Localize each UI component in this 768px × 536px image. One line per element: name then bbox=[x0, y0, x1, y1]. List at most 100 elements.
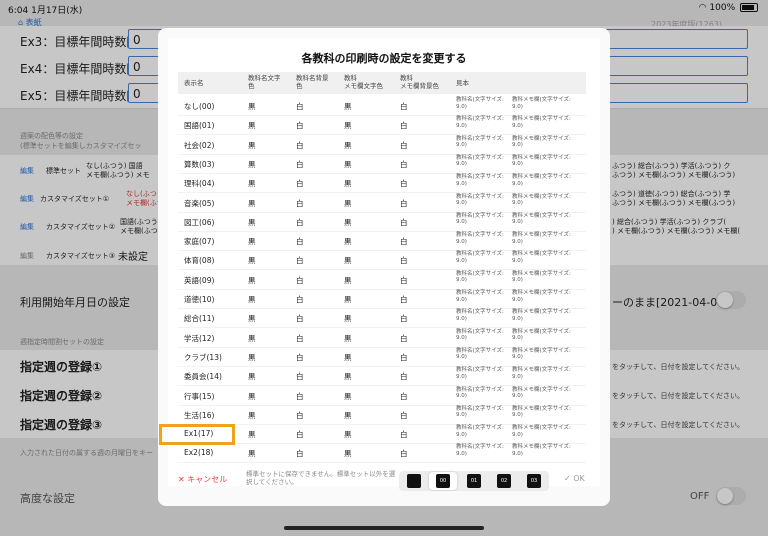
fg-color[interactable]: 黒 bbox=[248, 198, 256, 209]
fg-color[interactable]: 黒 bbox=[248, 410, 256, 421]
cancel-button[interactable]: ✕ キャンセル bbox=[178, 474, 227, 485]
memo-bg-color[interactable]: 白 bbox=[400, 120, 408, 131]
bg-color[interactable]: 白 bbox=[296, 294, 304, 305]
memo-fg-color[interactable]: 黒 bbox=[344, 255, 352, 266]
set-selector-03[interactable]: 03 bbox=[527, 474, 541, 488]
subject-row[interactable]: 学活(12) 黒 白 黒 白 教科名(文字サイズ: 9.0) 教科メモ欄(文字サイズ: 9.… bbox=[178, 328, 586, 348]
fg-color[interactable]: 黒 bbox=[248, 217, 256, 228]
set-selector-00[interactable]: 00 bbox=[436, 474, 450, 488]
bg-color[interactable]: 白 bbox=[296, 140, 304, 151]
memo-bg-color[interactable]: 白 bbox=[400, 140, 408, 151]
memo-fg-color[interactable]: 黒 bbox=[344, 275, 352, 286]
bg-color[interactable]: 白 bbox=[296, 352, 304, 363]
memo-bg-color[interactable]: 白 bbox=[400, 333, 408, 344]
memo-bg-color[interactable]: 白 bbox=[400, 429, 408, 440]
ok-button[interactable]: ✓ OK bbox=[564, 474, 585, 483]
bg-color[interactable]: 白 bbox=[296, 198, 304, 209]
fg-color[interactable]: 黒 bbox=[248, 429, 256, 440]
memo-bg-color[interactable]: 白 bbox=[400, 217, 408, 228]
memo-bg-color[interactable]: 白 bbox=[400, 159, 408, 170]
memo-bg-color[interactable]: 白 bbox=[400, 352, 408, 363]
memo-fg-color[interactable]: 黒 bbox=[344, 371, 352, 382]
fg-color[interactable]: 黒 bbox=[248, 333, 256, 344]
memo-bg-color[interactable]: 白 bbox=[400, 275, 408, 286]
memo-fg-color[interactable]: 黒 bbox=[344, 140, 352, 151]
memo-fg-color[interactable]: 黒 bbox=[344, 198, 352, 209]
memo-bg-color[interactable]: 白 bbox=[400, 448, 408, 459]
bg-color[interactable]: 白 bbox=[296, 448, 304, 459]
memo-fg-color[interactable]: 黒 bbox=[344, 448, 352, 459]
set-selector-02[interactable]: 02 bbox=[497, 474, 511, 488]
fg-color[interactable]: 黒 bbox=[248, 140, 256, 151]
bg-color[interactable]: 白 bbox=[296, 391, 304, 402]
memo-bg-color[interactable]: 白 bbox=[400, 178, 408, 189]
fg-color[interactable]: 黒 bbox=[248, 178, 256, 189]
memo-fg-color[interactable]: 黒 bbox=[344, 236, 352, 247]
bg-color[interactable]: 白 bbox=[296, 255, 304, 266]
memo-fg-color[interactable]: 黒 bbox=[344, 178, 352, 189]
subject-row[interactable]: 家庭(07) 黒 白 黒 白 教科名(文字サイズ: 9.0) 教科メモ欄(文字サイズ: 9.… bbox=[178, 231, 586, 252]
fg-color[interactable]: 黒 bbox=[248, 352, 256, 363]
bg-color[interactable]: 白 bbox=[296, 275, 304, 286]
bg-color[interactable]: 白 bbox=[296, 410, 304, 421]
fg-color[interactable]: 黒 bbox=[248, 294, 256, 305]
subject-row[interactable]: 行事(15) 黒 白 黒 白 教科名(文字サイズ: 9.0) 教科メモ欄(文字サイズ: 9.… bbox=[178, 386, 586, 406]
memo-bg-color[interactable]: 白 bbox=[400, 101, 408, 112]
bg-color[interactable]: 白 bbox=[296, 217, 304, 228]
fg-color[interactable]: 黒 bbox=[248, 255, 256, 266]
fg-color[interactable]: 黒 bbox=[248, 236, 256, 247]
memo-fg-color[interactable]: 黒 bbox=[344, 101, 352, 112]
memo-fg-color[interactable]: 黒 bbox=[344, 159, 352, 170]
subject-row[interactable]: 道徳(10) 黒 白 黒 白 教科名(文字サイズ: 9.0) 教科メモ欄(文字サイズ: 9.… bbox=[178, 289, 586, 309]
memo-fg-color[interactable]: 黒 bbox=[344, 120, 352, 131]
bg-color[interactable]: 白 bbox=[296, 178, 304, 189]
subject-row[interactable]: 音楽(05) 黒 白 黒 白 教科名(文字サイズ: 9.0) 教科メモ欄(文字サイズ: 9.… bbox=[178, 193, 586, 213]
fg-color[interactable]: 黒 bbox=[248, 159, 256, 170]
subject-row[interactable]: 委員会(14) 黒 白 黒 白 教科名(文字サイズ: 9.0) 教科メモ欄(文字サイズ: 9… bbox=[178, 366, 586, 387]
set-selector-01[interactable]: 01 bbox=[467, 474, 481, 488]
memo-bg-color[interactable]: 白 bbox=[400, 410, 408, 421]
subject-row[interactable]: 国語(01) 黒 白 黒 白 教科名(文字サイズ: 9.0) 教科メモ欄(文字サイズ: 9.… bbox=[178, 115, 586, 136]
subject-row[interactable]: 体育(08) 黒 白 黒 白 教科名(文字サイズ: 9.0) 教科メモ欄(文字サイズ: 9.… bbox=[178, 250, 586, 271]
subject-row[interactable]: 総合(11) 黒 白 黒 白 教科名(文字サイズ: 9.0) 教科メモ欄(文字サイズ: 9.… bbox=[178, 308, 586, 329]
memo-fg-color[interactable]: 黒 bbox=[344, 333, 352, 344]
fg-color[interactable]: 黒 bbox=[248, 313, 256, 324]
bg-color[interactable]: 白 bbox=[296, 333, 304, 344]
memo-bg-color[interactable]: 白 bbox=[400, 313, 408, 324]
subject-row[interactable]: 社会(02) 黒 白 黒 白 教科名(文字サイズ: 9.0) 教科メモ欄(文字サイズ: 9.… bbox=[178, 135, 586, 155]
memo-fg-color[interactable]: 黒 bbox=[344, 352, 352, 363]
fg-color[interactable]: 黒 bbox=[248, 101, 256, 112]
subject-row[interactable]: Ex2(18) 黒 白 黒 白 教科名(文字サイズ: 9.0) 教科メモ欄(文字サイズ: 9… bbox=[178, 443, 586, 464]
subject-row[interactable]: クラブ(13) 黒 白 黒 白 教科名(文字サイズ: 9.0) 教科メモ欄(文字サイズ: 9… bbox=[178, 347, 586, 367]
subject-row[interactable]: 理科(04) 黒 白 黒 白 教科名(文字サイズ: 9.0) 教科メモ欄(文字サイズ: 9.… bbox=[178, 173, 586, 194]
subject-row[interactable]: なし(00) 黒 白 黒 白 教科名(文字サイズ: 9.0) 教科メモ欄(文字サイズ: 9.… bbox=[178, 96, 586, 116]
subject-row[interactable]: 英語(09) 黒 白 黒 白 教科名(文字サイズ: 9.0) 教科メモ欄(文字サイズ: 9.… bbox=[178, 270, 586, 290]
memo-bg-color[interactable]: 白 bbox=[400, 198, 408, 209]
bg-color[interactable]: 白 bbox=[296, 120, 304, 131]
set-selector-none[interactable] bbox=[407, 474, 421, 488]
bg-color[interactable]: 白 bbox=[296, 371, 304, 382]
memo-fg-color[interactable]: 黒 bbox=[344, 429, 352, 440]
subject-row[interactable]: 算数(03) 黒 白 黒 白 教科名(文字サイズ: 9.0) 教科メモ欄(文字サイズ: 9.… bbox=[178, 154, 586, 174]
bg-color[interactable]: 白 bbox=[296, 159, 304, 170]
subject-row[interactable]: Ex1(17) 黒白黒白教科名(文字サイズ: 9.0) 教科メモ欄(文字サイズ: 9… bbox=[178, 424, 586, 445]
fg-color[interactable]: 黒 bbox=[248, 448, 256, 459]
memo-bg-color[interactable]: 白 bbox=[400, 294, 408, 305]
bg-color[interactable]: 白 bbox=[296, 236, 304, 247]
memo-fg-color[interactable]: 黒 bbox=[344, 217, 352, 228]
bg-color[interactable]: 白 bbox=[296, 101, 304, 112]
memo-fg-color[interactable]: 黒 bbox=[344, 294, 352, 305]
memo-bg-color[interactable]: 白 bbox=[400, 236, 408, 247]
fg-color[interactable]: 黒 bbox=[248, 275, 256, 286]
bg-color[interactable]: 白 bbox=[296, 313, 304, 324]
memo-bg-color[interactable]: 白 bbox=[400, 255, 408, 266]
bg-color[interactable]: 白 bbox=[296, 429, 304, 440]
memo-fg-color[interactable]: 黒 bbox=[344, 313, 352, 324]
fg-color[interactable]: 黒 bbox=[248, 371, 256, 382]
memo-fg-color[interactable]: 黒 bbox=[344, 410, 352, 421]
subject-row[interactable]: 生活(16) 黒 白 黒 白 教科名(文字サイズ: 9.0) 教科メモ欄(文字サイズ: 9.… bbox=[178, 405, 586, 425]
subject-row[interactable]: 図工(06) 黒 白 黒 白 教科名(文字サイズ: 9.0) 教科メモ欄(文字サイズ: 9.… bbox=[178, 212, 586, 232]
memo-bg-color[interactable]: 白 bbox=[400, 371, 408, 382]
memo-fg-color[interactable]: 黒 bbox=[344, 391, 352, 402]
memo-bg-color[interactable]: 白 bbox=[400, 391, 408, 402]
